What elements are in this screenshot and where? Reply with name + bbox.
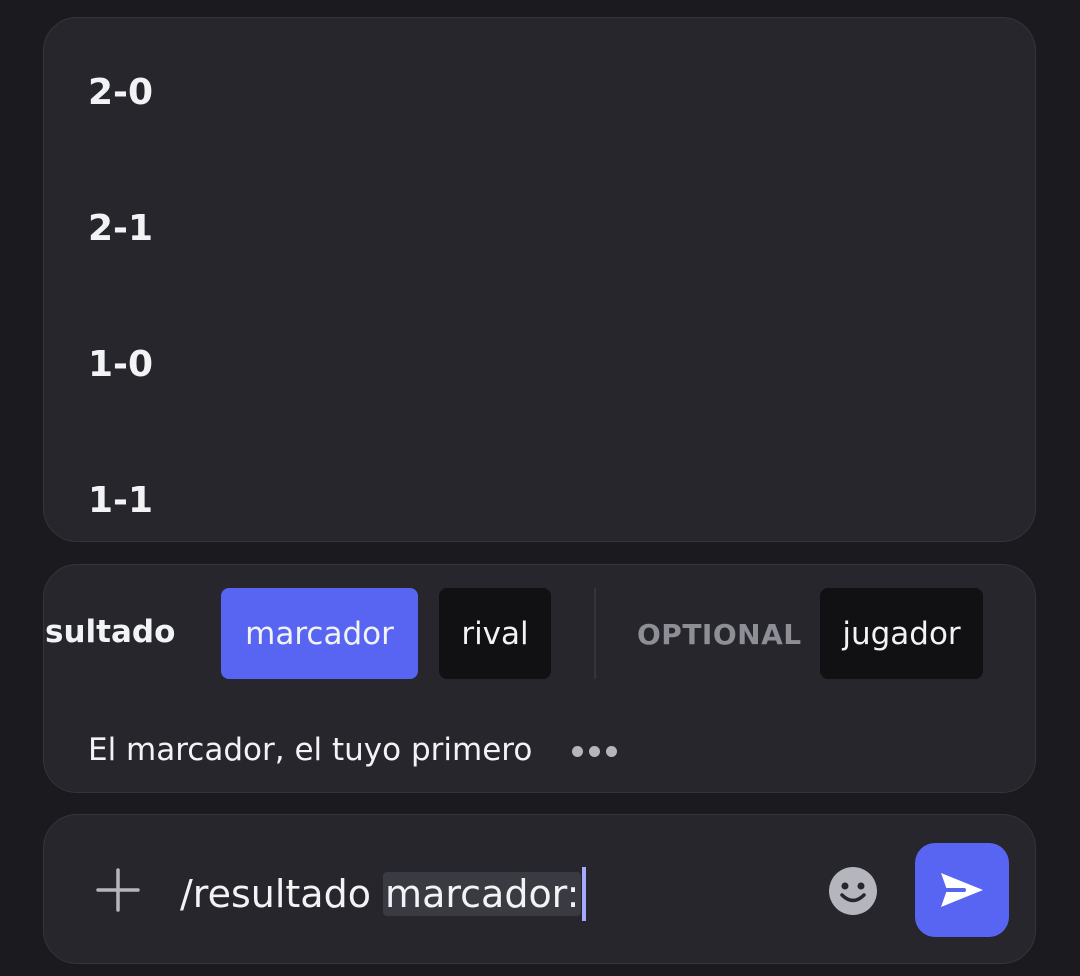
emoji-icon[interactable] xyxy=(828,866,878,916)
option-item[interactable]: 2-1 xyxy=(88,211,153,247)
command-name: esultado xyxy=(44,614,176,650)
text-caret xyxy=(582,867,587,921)
param-divider xyxy=(594,588,596,679)
param-chip-jugador[interactable]: jugador xyxy=(820,588,983,679)
input-command-text: /resultado xyxy=(180,872,384,916)
message-input[interactable]: /resultado marcador: xyxy=(180,867,587,921)
message-input-bar: /resultado marcador: xyxy=(43,814,1036,964)
param-chip-marcador[interactable]: marcador xyxy=(221,588,418,679)
send-button[interactable] xyxy=(915,843,1009,937)
param-chips-row: esultado marcador rival OPTIONAL jugador xyxy=(44,588,1035,679)
more-dots-icon[interactable] xyxy=(572,746,617,757)
send-icon xyxy=(941,873,983,907)
option-item[interactable]: 1-0 xyxy=(88,347,153,383)
option-item[interactable]: 2-0 xyxy=(88,75,153,111)
plus-icon[interactable] xyxy=(96,868,140,912)
option-item[interactable]: 1-1 xyxy=(88,483,153,519)
command-params-panel: esultado marcador rival OPTIONAL jugador… xyxy=(43,564,1036,793)
param-chip-rival[interactable]: rival xyxy=(439,588,551,679)
autocomplete-options-list: 2-0 2-1 1-0 1-1 xyxy=(43,17,1036,542)
input-param-highlight: marcador: xyxy=(383,872,582,916)
param-description: El marcador, el tuyo primero xyxy=(88,732,533,768)
optional-label: OPTIONAL xyxy=(637,618,802,651)
